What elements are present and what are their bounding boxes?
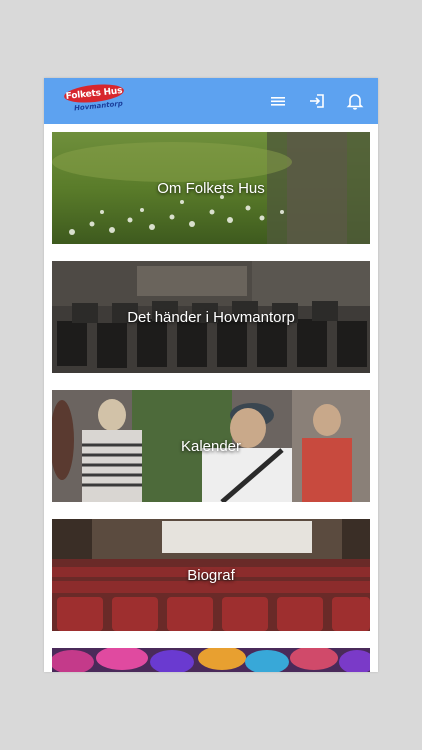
app-bar: Folkets Hus Hovmantorp <box>44 78 378 124</box>
menu-icon[interactable] <box>266 89 290 113</box>
bell-icon[interactable] <box>343 89 367 113</box>
tile-om-folkets-hus[interactable]: Om Folkets Hus <box>52 132 370 244</box>
login-icon[interactable] <box>305 89 329 113</box>
tile-label: Kalender <box>180 437 242 455</box>
tile-label: Biograf <box>187 566 235 584</box>
tile-biograf[interactable]: Biograf <box>52 519 370 631</box>
tile-label: Om Folkets Hus <box>157 179 265 197</box>
tile-label: Det händer i Hovmantorp <box>127 308 295 326</box>
folkets-hus-logo[interactable]: Folkets Hus Hovmantorp <box>63 81 128 117</box>
tile-list: Om Folkets Hus Det händer i Hovmantorp K… <box>44 124 378 672</box>
tile-kalender[interactable]: Kalender <box>52 390 370 502</box>
app-screen: Folkets Hus Hovmantorp Om Folkets Hus De… <box>44 78 378 672</box>
tile-colorful-partial[interactable] <box>52 648 370 672</box>
tile-det-hander-i-hovmantorp[interactable]: Det händer i Hovmantorp <box>52 261 370 373</box>
colorful-image <box>52 648 370 672</box>
logo-title: Folkets Hus <box>65 85 123 102</box>
